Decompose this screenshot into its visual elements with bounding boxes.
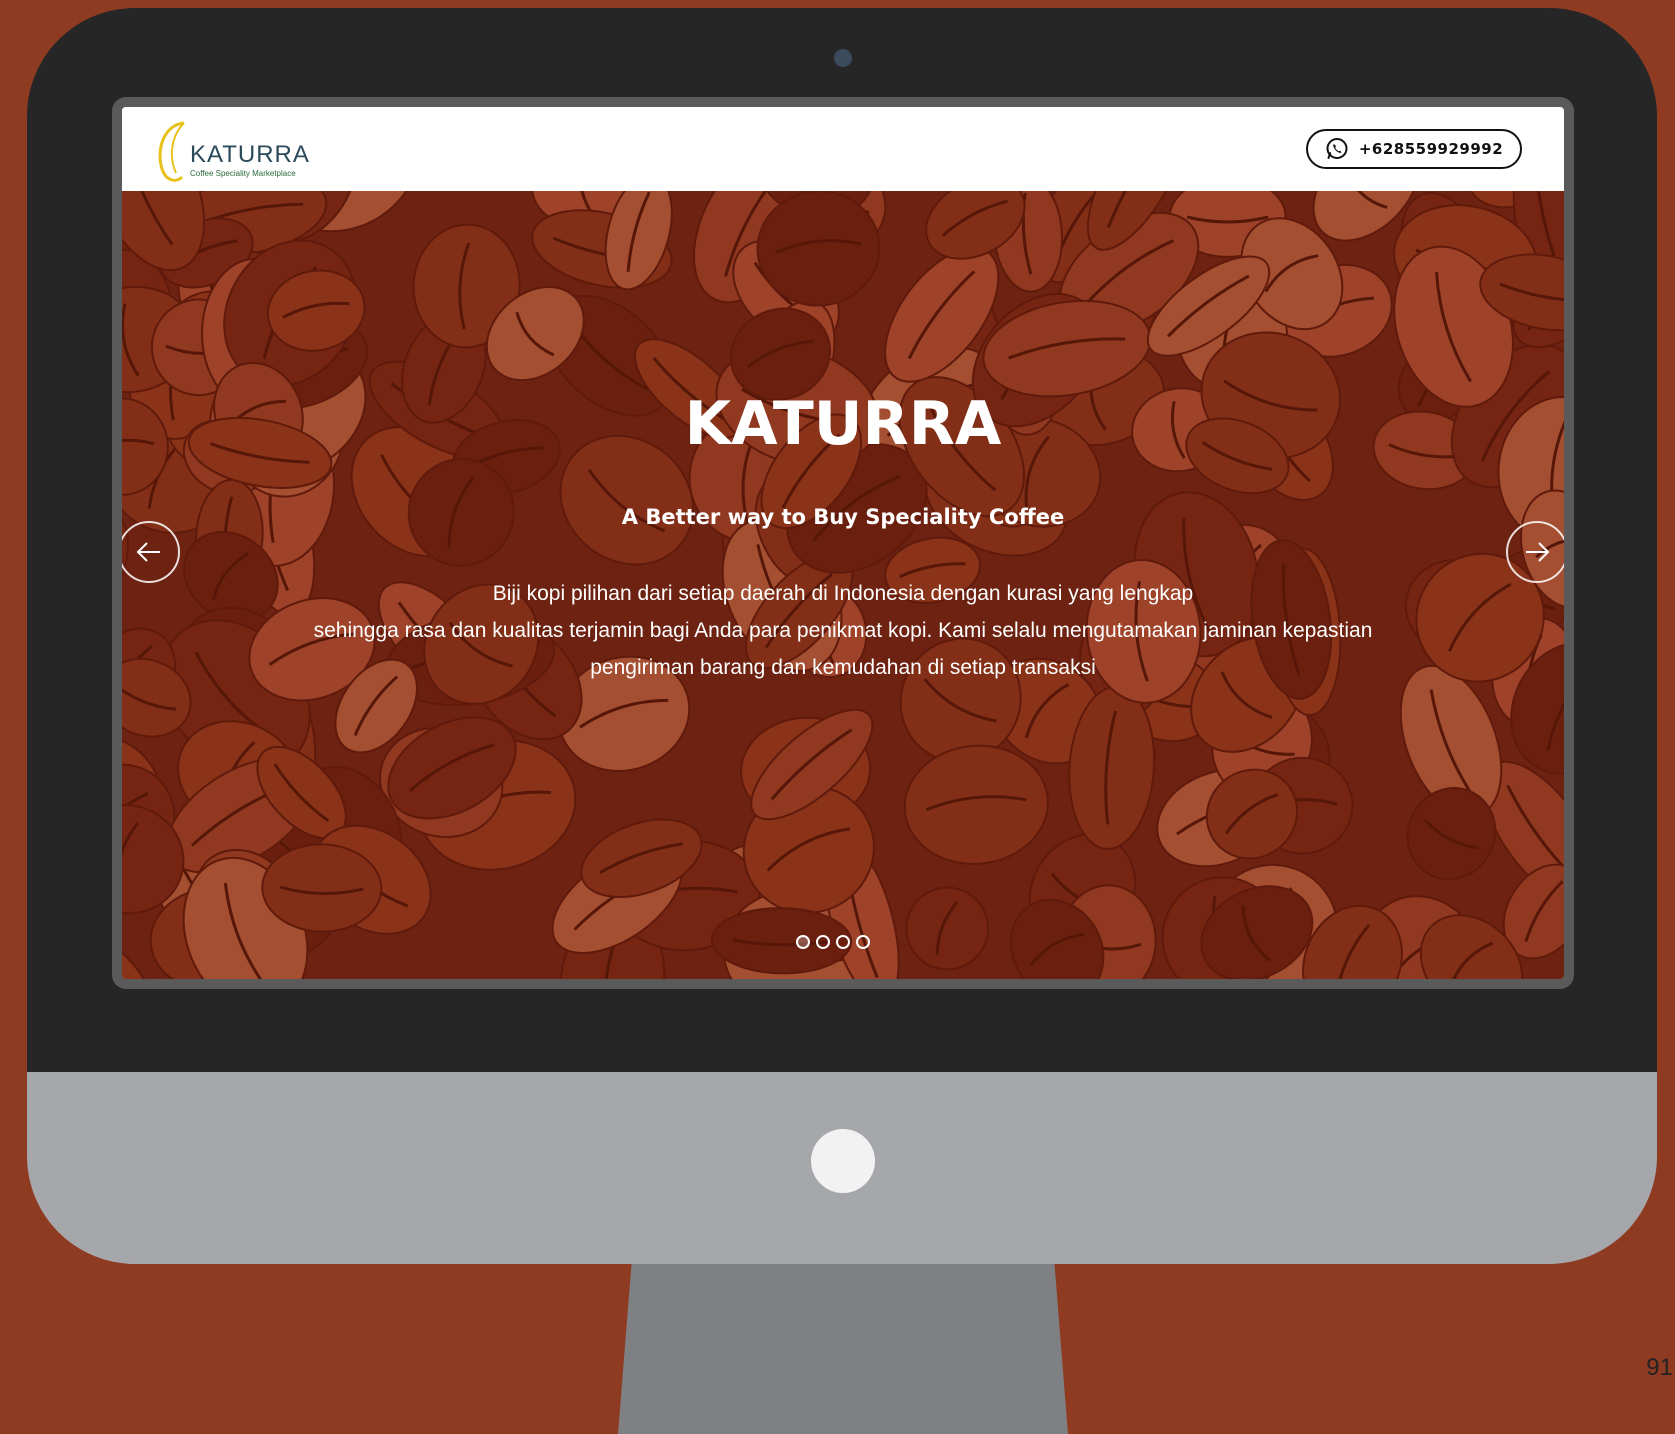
arrow-right-icon — [1526, 542, 1550, 562]
carousel-indicators — [796, 935, 870, 949]
carousel-next-button[interactable] — [1506, 521, 1564, 583]
navbar: KATURRA Coffee Speciality Marketplace +6… — [122, 107, 1564, 191]
monitor-stand — [618, 1264, 1068, 1434]
carousel-dot-4[interactable] — [856, 935, 870, 949]
logo-text: KATURRA — [190, 141, 310, 168]
website-screen: KATURRA Coffee Speciality Marketplace +6… — [122, 107, 1564, 979]
carousel-dot-3[interactable] — [836, 935, 850, 949]
hero-description-line: sehingga rasa dan kualitas terjamin bagi… — [313, 619, 1373, 642]
carousel-dot-1[interactable] — [796, 935, 810, 949]
carousel-prev-button[interactable] — [122, 521, 180, 583]
hero-description-line: Biji kopi pilihan dari setiap daerah di … — [492, 582, 1194, 605]
page-number: 91 — [1646, 1354, 1673, 1381]
monitor-button — [811, 1129, 875, 1193]
phone-number: +628559929992 — [1358, 140, 1504, 158]
whatsapp-contact-button[interactable]: +628559929992 — [1306, 129, 1522, 169]
camera-icon — [834, 49, 852, 67]
hero-title: KATURRA — [684, 389, 1002, 459]
logo-tagline: Coffee Speciality Marketplace — [190, 169, 296, 178]
hero-description-line: pengiriman barang dan kemudahan di setia… — [590, 656, 1096, 679]
arrow-left-icon — [136, 542, 160, 562]
whatsapp-icon — [1326, 138, 1348, 159]
logo[interactable]: KATURRA Coffee Speciality Marketplace — [154, 119, 314, 185]
hero-subtitle: A Better way to Buy Speciality Coffee — [621, 505, 1065, 529]
carousel-dot-2[interactable] — [816, 935, 830, 949]
hero-description: Biji kopi pilihan dari setiap daerah di … — [212, 575, 1474, 686]
hero-carousel: KATURRA A Better way to Buy Speciality C… — [122, 191, 1564, 979]
